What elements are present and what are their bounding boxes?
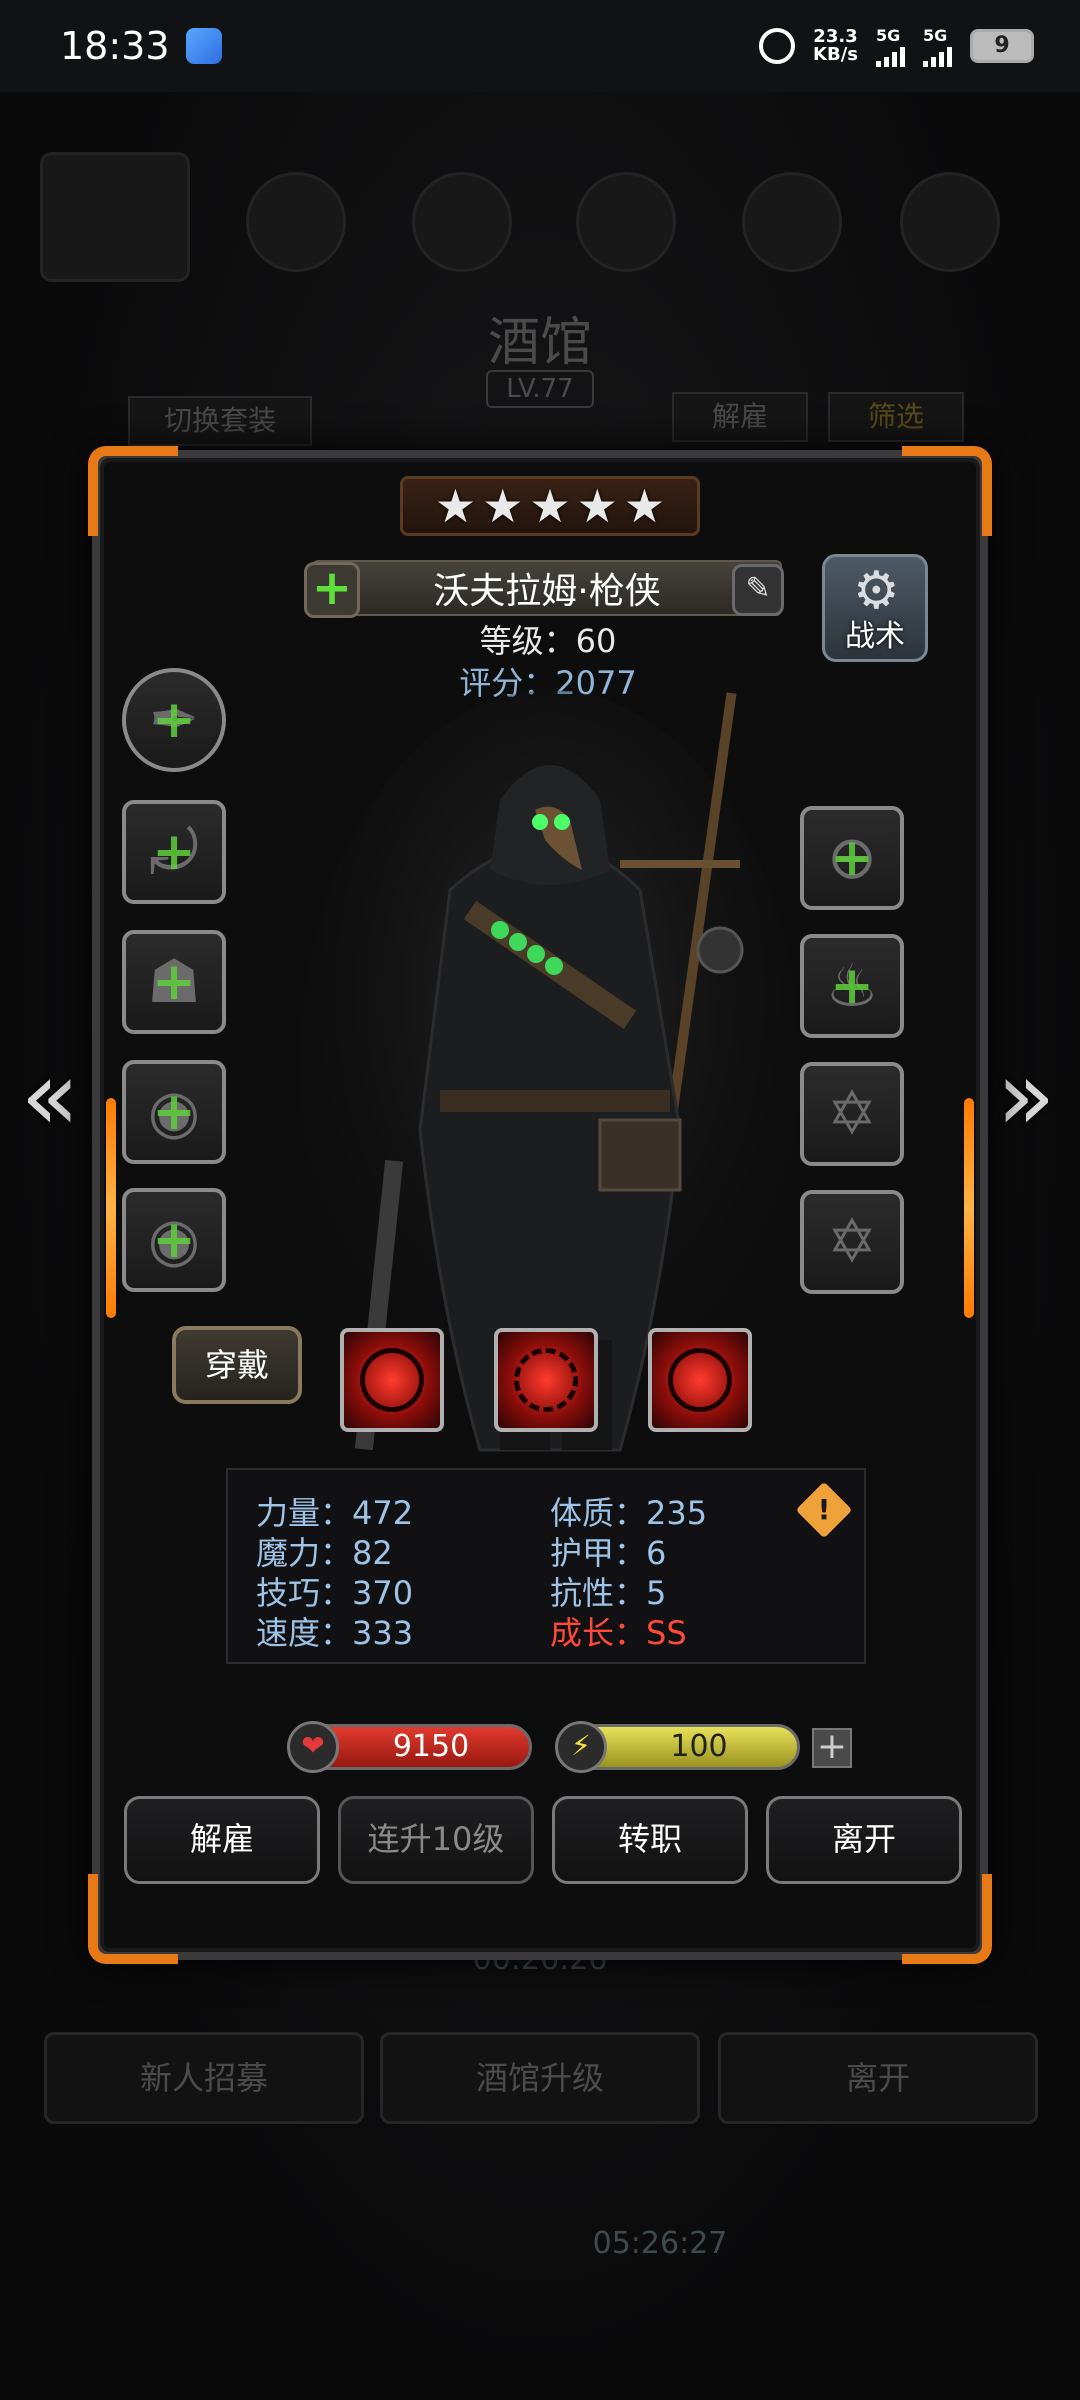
panel-corner	[88, 1874, 178, 1964]
star-icon: ★	[623, 479, 666, 533]
add-equipment-plus-icon: +	[830, 828, 874, 888]
heart-icon: ❤	[287, 1721, 339, 1773]
bg-orb	[900, 172, 1000, 272]
add-equipment-plus-icon: +	[152, 1082, 196, 1142]
star-icon: ★	[482, 479, 524, 533]
bg-orb	[412, 172, 512, 272]
weapon-slot[interactable]: ✒ +	[122, 668, 226, 772]
tactics-button[interactable]: ⚙ 战术	[822, 554, 928, 662]
recruit-button: 新人招募	[44, 2032, 364, 2124]
next-hero-arrow-icon[interactable]: »	[990, 1046, 1062, 1146]
lightning-icon: ⚡	[555, 1721, 607, 1773]
panel-corner	[902, 446, 992, 536]
add-equipment-plus-icon: +	[830, 956, 874, 1016]
level-up-10-button[interactable]: 连升10级	[338, 1796, 534, 1884]
ring-slot-2[interactable]: ◉ +	[122, 1188, 226, 1292]
hp-bar: ❤ 9150	[287, 1721, 532, 1773]
hp-value: 9150	[392, 1729, 470, 1764]
net-speed: 23.3 KB/s	[813, 28, 858, 64]
signal-1-label: 5G	[876, 25, 901, 45]
hero-detail-panel: ★ ★ ★ ★ ★ + 沃夫拉姆·枪侠 ✎ ⚙ 战术 等级：60 评分：2077	[88, 446, 992, 1964]
panel-corner	[88, 446, 178, 536]
armor-slot[interactable]: ☗ +	[122, 930, 226, 1034]
tavern-upgrade-button: 酒馆升级	[380, 2032, 700, 2124]
signal-2: 5G	[923, 26, 952, 67]
previous-hero-arrow-icon[interactable]: «	[14, 1046, 86, 1146]
bg-orb	[742, 172, 842, 272]
status-time: 18:33	[60, 24, 170, 68]
offhand-slot[interactable]: ⤾ +	[122, 800, 226, 904]
battery-icon: 9	[970, 29, 1034, 63]
amulet-slot[interactable]: ⊖ +	[800, 806, 904, 910]
add-energy-plus-icon[interactable]: +	[812, 1728, 852, 1768]
signal-1: 5G	[876, 26, 905, 67]
class-change-button[interactable]: 转职	[552, 1796, 748, 1884]
tavern-level: LV.77	[486, 370, 594, 408]
hero-level: 等级：60	[479, 622, 617, 660]
bg-dismiss-button: 解雇	[672, 392, 808, 442]
stats-panel: 力量：472 魔力：82 技巧：370 速度：333 体质：235 护甲：6 抗…	[226, 1468, 866, 1664]
bg-leave-button: 离开	[718, 2032, 1038, 2124]
bg-filter-button: 筛选	[828, 392, 964, 442]
add-equipment-plus-icon: +	[152, 1210, 196, 1270]
info-warning-icon[interactable]: !	[795, 1481, 853, 1539]
star-icon: ★	[434, 479, 477, 533]
energy-bar: ⚡ 100	[555, 1721, 800, 1773]
trinket-slot[interactable]: ♨ +	[800, 934, 904, 1038]
tactics-label: 战术	[845, 619, 905, 654]
bg-avatar	[40, 152, 190, 282]
skill-crosshair-icon[interactable]	[340, 1328, 444, 1432]
hero-name-plate: + 沃夫拉姆·枪侠 ✎	[304, 560, 784, 618]
net-speed-unit: KB/s	[813, 44, 858, 65]
star-icon: ★	[529, 479, 571, 533]
bg-orb	[576, 172, 676, 272]
energy-value: 100	[670, 1729, 728, 1764]
signal-bars-icon	[876, 45, 905, 67]
equip-button[interactable]: 穿戴	[172, 1326, 302, 1404]
signal-2-label: 5G	[923, 25, 948, 45]
alarm-icon	[759, 28, 796, 64]
add-equipment-plus-icon: +	[152, 952, 196, 1012]
panel-corner	[902, 1874, 992, 1964]
star-rating: ★ ★ ★ ★ ★	[400, 476, 700, 536]
stat-growth: 成长：SS	[550, 1614, 687, 1652]
tavern-title: 酒馆	[487, 313, 592, 373]
switch-set-button: 切换套装	[128, 396, 312, 446]
bg-timer-2: 05:26:27	[592, 2226, 728, 2261]
panel-side-glow	[106, 1098, 116, 1318]
star-icon: ★	[576, 479, 618, 533]
add-equipment-plus-icon: +	[152, 822, 196, 882]
status-right: 23.3 KB/s 5G 5G 9	[759, 26, 1034, 67]
bg-orb	[246, 172, 346, 272]
dismiss-button[interactable]: 解雇	[124, 1796, 320, 1884]
leave-button[interactable]: 离开	[766, 1796, 962, 1884]
skill-target-icon[interactable]	[648, 1328, 752, 1432]
status-bar: 18:33 23.3 KB/s 5G 5G 9	[0, 0, 1080, 92]
panel-side-glow	[964, 1098, 974, 1318]
skill-swirl-icon[interactable]	[494, 1328, 598, 1432]
signal-bars-icon	[923, 45, 952, 67]
rune-slot-2[interactable]: ✡	[800, 1190, 904, 1294]
hero-name: 沃夫拉姆·枪侠	[433, 571, 661, 612]
hexagram-icon: ✡	[826, 1207, 878, 1277]
edit-name-icon[interactable]: ✎	[732, 564, 784, 616]
ring-slot-1[interactable]: ◉ +	[122, 1060, 226, 1164]
rune-slot-1[interactable]: ✡	[800, 1062, 904, 1166]
stat-speed: 速度：333	[256, 1614, 414, 1652]
hexagram-icon: ✡	[826, 1079, 878, 1149]
app-notification-icon	[185, 28, 222, 64]
add-equipment-plus-icon: +	[152, 690, 196, 750]
